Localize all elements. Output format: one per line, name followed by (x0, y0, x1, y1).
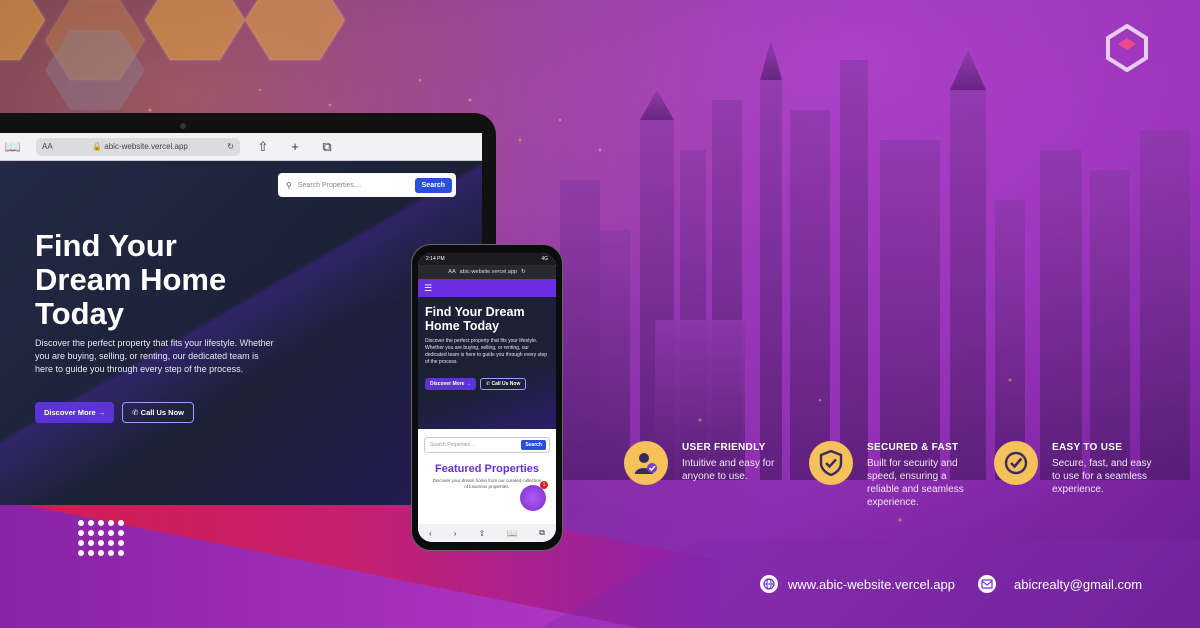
property-search: ⚲ Search Properties.... Search (278, 173, 456, 197)
website-link[interactable]: www.abic-website.vercel.app (788, 577, 955, 592)
phone-reload-icon[interactable]: ↻ (521, 269, 526, 275)
featured-properties-title: Featured Properties (435, 463, 539, 475)
back-icon[interactable]: ‹ (429, 529, 432, 538)
phone-book-icon[interactable]: 📖 (507, 529, 517, 538)
shield-check-icon (809, 441, 853, 485)
phone-browser-toolbar: ‹ › ⇧ 📖 ⧉ (418, 524, 556, 542)
phone-icon: ✆ (132, 408, 139, 417)
phone-discover-more-button[interactable]: Discover More → (425, 378, 476, 390)
laptop-screen: 📖 AA 🔒 abic-website.vercel.app ↻ ⇧ + ⧉ ⚲… (0, 133, 482, 505)
feature-description: Intuitive and easy for anyone to use. (682, 458, 775, 482)
notification-badge: 1 (540, 481, 548, 489)
phone-url: abic-website.vercel.app (459, 269, 518, 275)
globe-icon (760, 575, 778, 593)
hexagon-decoration (0, 0, 347, 110)
hero-description: Discover the perfect property that fits … (35, 338, 274, 374)
phone-time: 2:14 PM (426, 256, 445, 262)
phone-call-label: Call Us Now (491, 381, 521, 387)
feature-title: EASY TO USE (1052, 442, 1123, 453)
laptop-camera (180, 123, 186, 129)
phone-hero-buttons: Discover More → ✆ Call Us Now (425, 378, 549, 390)
url-value: abic-website.vercel.app (104, 142, 188, 151)
email-link[interactable]: abicrealty@gmail.com (1014, 577, 1142, 592)
text-size-button[interactable]: AA (42, 142, 53, 151)
feature-description: Secure, fast, and easy to use for a seam… (1052, 458, 1152, 495)
search-input[interactable]: Search Properties.... (298, 182, 409, 189)
website-hero: ⚲ Search Properties.... Search Find Your… (0, 161, 482, 505)
phone-address-bar[interactable]: AA abic-website.vercel.app ↻ (418, 265, 556, 279)
book-icon[interactable]: 📖 (4, 139, 22, 155)
phone-hero: Find Your Dream Home Today Discover the … (418, 297, 556, 429)
phone-status-bar: 2:14 PM 4G (418, 253, 556, 265)
feature-secured-fast: SECURED & FAST Built for security and sp… (809, 441, 973, 509)
phone-mockup: 2:14 PM 4G AA abic-website.vercel.app ↻ … (411, 244, 563, 551)
new-tab-icon[interactable]: + (286, 139, 304, 154)
dot-grid-decoration (78, 520, 124, 556)
feature-title: SECURED & FAST (867, 442, 959, 453)
phone-search-input[interactable]: Search Properties.... (430, 442, 517, 448)
contact-website[interactable]: www.abic-website.vercel.app (760, 575, 955, 593)
discover-more-button[interactable]: Discover More → (35, 402, 115, 423)
browser-toolbar: 📖 AA 🔒 abic-website.vercel.app ↻ ⇧ + ⧉ (0, 133, 482, 161)
phone-search-button[interactable]: Search (521, 440, 546, 450)
call-us-label: Call Us Now (140, 408, 185, 417)
phone-discover-label: Discover More (430, 381, 465, 387)
search-icon: ⚲ (286, 180, 292, 190)
reload-icon[interactable]: ↻ (227, 142, 234, 151)
phone-hero-description: Discover the perfect property that fits … (425, 338, 548, 365)
phone-signal: 4G (541, 256, 548, 262)
phone-share-icon[interactable]: ⇧ (478, 529, 485, 538)
search-button[interactable]: Search (414, 177, 452, 193)
call-us-button[interactable]: ✆ Call Us Now (122, 402, 195, 423)
feature-description: Built for security and speed, ensuring a… (867, 458, 964, 508)
check-circle-icon (994, 441, 1038, 485)
hero-title: Find Your Dream Home Today (35, 228, 227, 331)
url-text: 🔒 abic-website.vercel.app (92, 142, 188, 151)
share-icon[interactable]: ⇧ (254, 139, 272, 155)
phone-hero-title: Find Your Dream Home Today (425, 305, 525, 333)
contact-email[interactable]: abicrealty@gmail.com (978, 575, 1142, 593)
hero-buttons: Discover More → ✆ Call Us Now (35, 402, 195, 423)
user-check-icon (624, 441, 668, 485)
brand-logo-icon (1106, 24, 1148, 72)
phone-property-search: Search Properties.... Search (424, 437, 550, 453)
discover-more-label: Discover More (44, 408, 96, 417)
hamburger-menu-icon[interactable]: ☰ (424, 283, 432, 294)
mail-icon (978, 575, 996, 593)
tabs-icon[interactable]: ⧉ (318, 139, 336, 155)
feature-title: USER FRIENDLY (682, 442, 766, 453)
forward-icon[interactable]: › (454, 529, 457, 538)
phone-tabs-icon[interactable]: ⧉ (539, 528, 545, 538)
phone-call-us-button[interactable]: ✆ Call Us Now (479, 378, 527, 390)
feature-user-friendly: USER FRIENDLY Intuitive and easy for any… (624, 441, 786, 485)
address-bar[interactable]: AA 🔒 abic-website.vercel.app ↻ (36, 137, 240, 156)
feature-easy-to-use: EASY TO USE Secure, fast, and easy to us… (994, 441, 1158, 496)
phone-text-size-button[interactable]: AA (448, 269, 455, 275)
phone-navbar: ☰ (418, 279, 556, 297)
arrow-right-icon: → (97, 408, 106, 417)
